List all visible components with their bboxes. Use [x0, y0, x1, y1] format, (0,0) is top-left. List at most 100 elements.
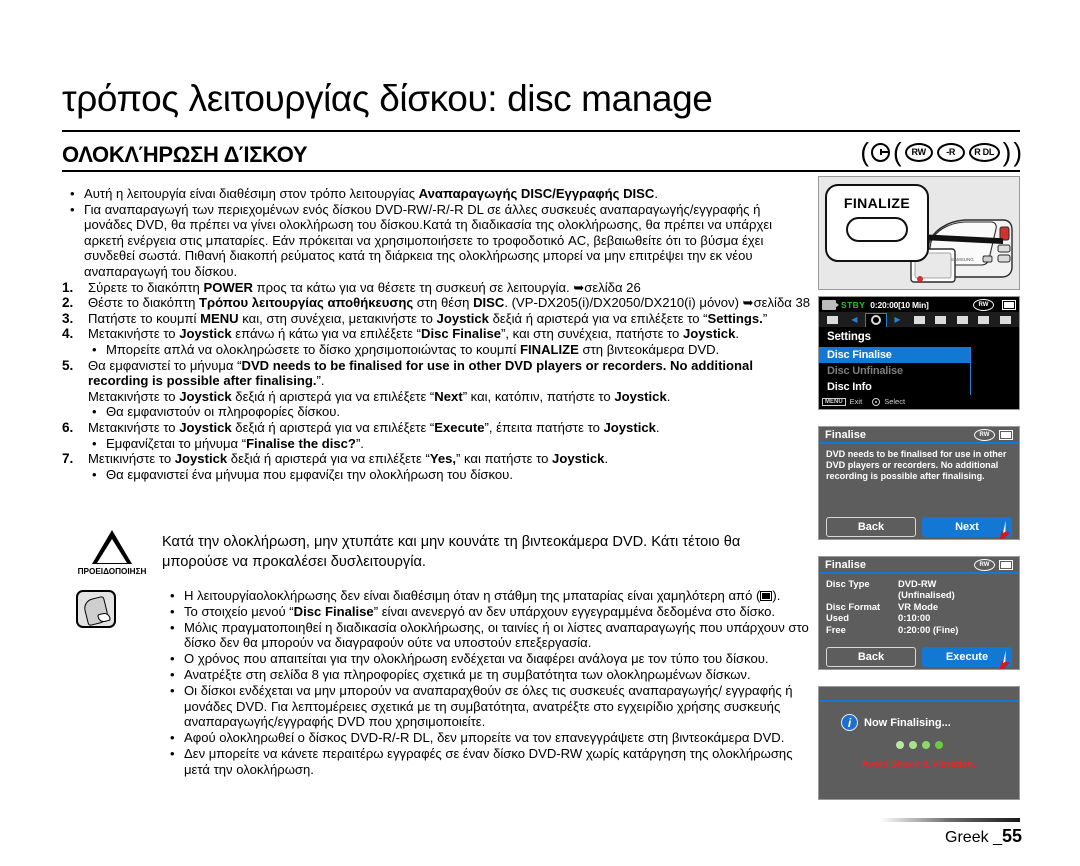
list-marker: •	[170, 619, 175, 635]
list-marker: •	[170, 682, 175, 698]
lcd-menu-list: Settings Disc Finalise Disc Unfinalise D…	[819, 328, 1019, 395]
tab-next-arrow-icon[interactable]: ▶	[887, 313, 909, 327]
numbered-step: 6. Μετακινήστε το Joystick δεξιά ή αριστε…	[62, 420, 810, 436]
tab-effects-icon[interactable]	[994, 313, 1016, 327]
lcd-status-bar: STBY 0:20:00[10 Min] RW	[819, 297, 1019, 312]
execute-button-label: Execute	[945, 651, 989, 663]
bracket-close-inner: )	[1002, 137, 1012, 167]
section-divider	[62, 170, 1020, 172]
list-item-text: Η λειτουργίαολοκλήρωσης δεν είναι διαθέσ…	[184, 588, 781, 603]
note-block: • Η λειτουργίαολοκλήρωσης δεν είναι διαθέ…	[62, 588, 820, 778]
battery-indicator-icon	[1002, 299, 1016, 310]
list-marker: •	[170, 603, 175, 619]
disc-info-table: Disc Type DVD-RW (Unfinalised) Disc Form…	[819, 574, 1019, 635]
disc-type-indicator: RW	[973, 298, 994, 311]
list-marker: •	[70, 201, 75, 217]
battery-low-icon	[760, 591, 773, 601]
dialog-next-message: DVD needs to be finalised for use in oth…	[826, 449, 1007, 481]
warning-block: ΠΡΟΕΙΔΟΠΟΙΗΣΗ Κατά την ολοκλήρωση, μην χ…	[62, 528, 810, 576]
shock-warning-text: Avoid Shock & Vibration.	[861, 759, 977, 770]
tab-display-icon[interactable]	[908, 313, 930, 327]
note-item: • Μόλις πραγματοποιηθεί η διαδικασία ολοκ…	[162, 620, 820, 652]
list-marker: 5.	[62, 357, 74, 373]
next-button[interactable]: Next	[922, 517, 1015, 539]
note-item: • Η λειτουργίαολοκλήρωσης δεν είναι διαθέ…	[162, 588, 820, 604]
pointer-cursor-icon	[998, 530, 1015, 539]
list-item-text: Θέστε το διακόπτη Τρόπου λειτουργίας απο…	[88, 295, 811, 311]
dialog-next-buttons: Back Next	[819, 517, 1019, 539]
step-sub-bullet: • Εμφανίζεται το μήνυμα “Finalise the dis…	[62, 436, 810, 452]
list-item-text: Θα εμφανιστεί ένα μήνυμα που εμφανίζει τ…	[106, 466, 513, 482]
menu-screen-panel: STBY 0:20:00[10 Min] RW ◀ ▶ Settings Dis…	[818, 296, 1020, 410]
menu-item-disc-finalise[interactable]: Disc Finalise	[819, 347, 971, 363]
tab-grid-icon[interactable]	[822, 313, 844, 327]
tab-prev-arrow-icon[interactable]: ◀	[844, 313, 866, 327]
back-button[interactable]: Back	[826, 647, 916, 667]
list-item-text: Οι δίσκοι ενδέχεται να μην μπορούν να αν…	[184, 682, 793, 730]
warning-label: ΠΡΟΕΙΔΟΠΟΙΗΣΗ	[77, 567, 147, 576]
note-item: • Δεν μπορείτε να κάνετε περαιτέρω εγγραφ…	[162, 746, 820, 778]
list-item-text: Εμφανίζεται το μήνυμα “Finalise the disc…	[106, 435, 364, 451]
badge-r: -R	[936, 142, 965, 162]
tab-transition-icon[interactable]	[930, 313, 952, 327]
step-sub-bullet: • Μπορείτε απλά να ολοκληρώσετε το δίσκο …	[62, 342, 810, 358]
next-button-label: Next	[955, 521, 979, 533]
table-row: Disc Format VR Mode	[826, 601, 1012, 612]
dialog-battery-icon	[999, 429, 1013, 440]
progress-dot	[908, 741, 917, 749]
list-item-text: Θα εμφανιστούν οι πληροφορίες δίσκου.	[106, 404, 341, 420]
back-button[interactable]: Back	[826, 517, 916, 537]
list-marker: •	[170, 651, 175, 667]
numbered-step: 7. Μετικινήστε το Joystick δεξιά ή αριστε…	[62, 451, 810, 467]
tab-whitebalance-icon[interactable]	[973, 313, 995, 327]
note-item: • Ο χρόνος που απαιτείται για την ολοκλήρ…	[162, 651, 820, 667]
finalising-message: Now Finalising...	[864, 716, 951, 729]
list-item-text: Μπορείτε απλά να ολοκληρώσετε το δίσκο χ…	[106, 341, 720, 357]
lcd-dialog-next: Finalise RW DVD needs to be finalised fo…	[818, 426, 1020, 540]
list-marker: 4.	[62, 326, 74, 342]
footer-page-number: 55	[1001, 826, 1022, 846]
table-row: Disc Type DVD-RW (Unfinalised)	[826, 578, 1012, 601]
section-title: ΟΛΟΚΛΉΡΩΣΗ ΔΊΣΚΟΥ	[62, 142, 308, 167]
menu-item-disc-info[interactable]: Disc Info	[819, 379, 971, 395]
list-marker: •	[70, 186, 75, 201]
list-marker: •	[170, 666, 175, 682]
page-footer: Greek _55	[945, 826, 1022, 847]
menu-exit-label: Exit	[849, 397, 863, 406]
lcd-tab-row[interactable]: ◀ ▶	[819, 312, 1019, 328]
step-sub-bullet: • Θα εμφανιστούν οι πληροφορίες δίσκου.	[62, 404, 810, 420]
list-marker: •	[92, 341, 97, 357]
list-marker: 2.	[62, 295, 74, 311]
camcorder-mode-icon	[822, 299, 839, 310]
list-marker: 6.	[62, 419, 74, 435]
disc-format-key: Disc Format	[826, 600, 881, 612]
list-item-text: Μετικινήστε το Joystick δεξιά ή αριστερά…	[88, 451, 609, 467]
intro-bullet: • Αυτή η λειτουργία είναι διαθέσιμη στον …	[62, 186, 810, 202]
list-item-text: Ανατρέξτε στη σελίδα 8 για πληροφορίες σ…	[184, 666, 751, 682]
lcd-dialog-info: Finalise RW Disc Type DVD-RW (Unfinalise…	[818, 556, 1020, 670]
finalising-message-row: i Now Finalising...	[819, 702, 1019, 731]
table-row: Used 0:10:00	[826, 612, 1012, 623]
list-marker: •	[92, 404, 97, 420]
dialog-info-panel: Finalise RW Disc Type DVD-RW (Unfinalise…	[818, 556, 1020, 670]
tab-resolution-icon[interactable]	[951, 313, 973, 327]
list-item-text: Αφού ολοκληρωθεί ο δίσκος DVD-R/-R DL, δ…	[184, 730, 785, 746]
footer-language: Greek	[945, 829, 989, 846]
progress-dot	[934, 741, 943, 749]
list-marker: •	[92, 435, 97, 451]
tab-settings-gear-icon[interactable]	[865, 312, 887, 327]
camcorder-frame: SAMSUNG FINALIZE	[818, 176, 1020, 290]
lcd-progress-screen: i Now Finalising... Avoid Shock & Vibrat…	[818, 686, 1020, 800]
finalising-body: i Now Finalising... Avoid Shock & Vibrat…	[819, 700, 1019, 799]
timecode-display: 0:20:00[10 Min]	[870, 299, 929, 310]
page-title: τρόπος λειτουργίας δίσκου: disc manage	[62, 78, 713, 119]
dialog-info-buttons: Back Execute	[819, 647, 1019, 669]
disc-format-value: VR Mode	[898, 600, 939, 612]
execute-button[interactable]: Execute	[922, 647, 1015, 669]
used-key: Used	[826, 612, 849, 624]
disc-mode-icon	[870, 142, 890, 162]
list-item-text: Μετακινήστε το Joystick δεξιά ή αριστερά…	[88, 419, 660, 435]
dialog-next-header: Finalise RW	[819, 427, 1019, 444]
note-item: • Οι δίσκοι ενδέχεται να μην μπορούν να α…	[162, 683, 820, 730]
numbered-step: 5. Θα εμφανιστεί το μήνυμα “DVD needs to …	[62, 358, 810, 405]
